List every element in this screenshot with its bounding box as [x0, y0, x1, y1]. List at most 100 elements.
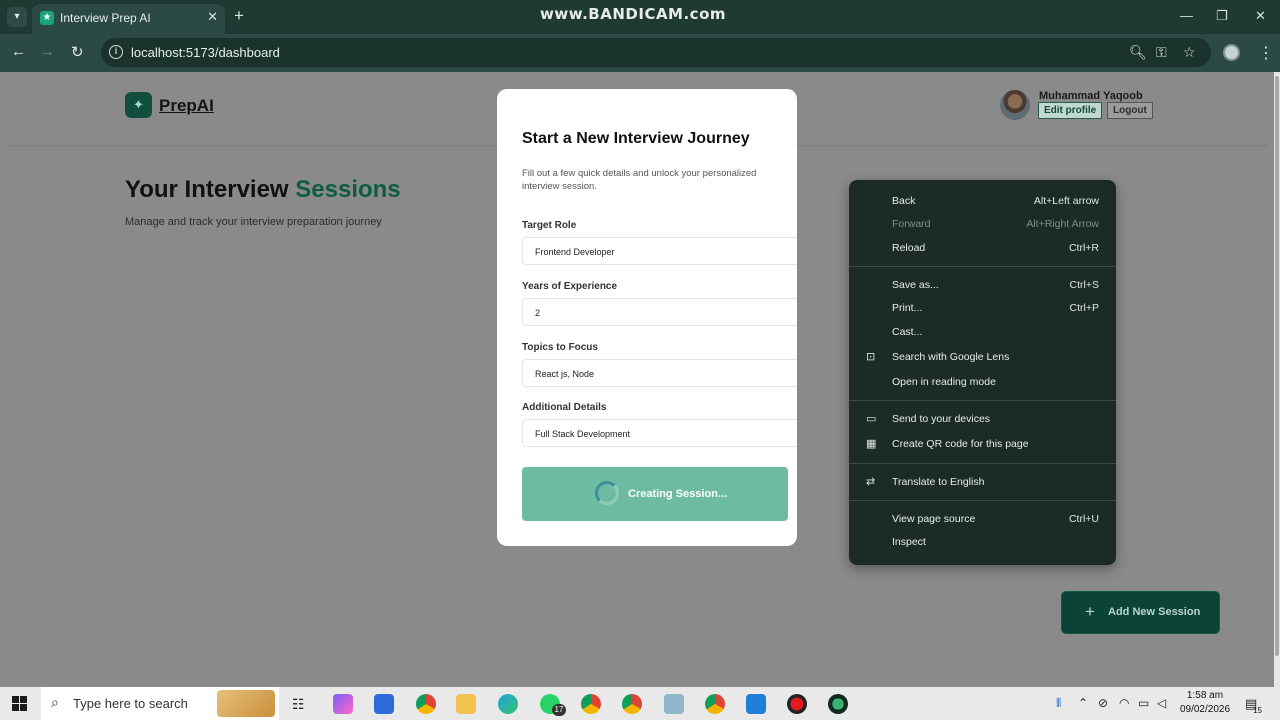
- whatsapp-badge: 17: [552, 704, 566, 716]
- address-bar[interactable]: i localhost:5173/dashboard 🔍︎ ⚿ ☆: [101, 38, 1211, 67]
- vscode-icon[interactable]: [746, 694, 766, 714]
- chrome-active-icon[interactable]: [416, 694, 436, 714]
- show-hidden-icons-icon[interactable]: ⌃: [1078, 696, 1088, 710]
- devices-icon: ▭: [866, 413, 877, 425]
- back-icon[interactable]: ←: [11, 43, 26, 60]
- windows-taskbar: ⌕ Type here to search ☷ ⦀ ⌃ ⊘ ◠ ▭ ◁ 1:58…: [0, 687, 1280, 720]
- menu-item-label: Back: [892, 195, 916, 207]
- chrome-profile-4-icon[interactable]: [705, 694, 725, 714]
- menu-item-qr-code[interactable]: ▦ Create QR code for this page: [849, 434, 1116, 456]
- microsoft-store-icon[interactable]: [374, 694, 394, 714]
- profile-icon[interactable]: [1223, 44, 1240, 61]
- menu-divider: [849, 266, 1116, 267]
- menu-item-cast[interactable]: Cast...: [849, 322, 1116, 344]
- wifi-icon[interactable]: ◠: [1119, 696, 1129, 710]
- file-explorer-icon[interactable]: [456, 694, 476, 714]
- menu-item-label: Forward: [892, 218, 931, 230]
- context-menu: Back Alt+Left arrow Forward Alt+Right Ar…: [849, 180, 1116, 565]
- window-close-icon[interactable]: ✕: [1255, 8, 1266, 24]
- menu-item-forward[interactable]: Forward Alt+Right Arrow: [849, 214, 1116, 236]
- tab-title: Interview Prep AI: [60, 11, 151, 25]
- task-view-icon[interactable]: ☷: [292, 696, 305, 713]
- bookmark-star-icon[interactable]: ☆: [1183, 44, 1196, 61]
- additional-details-input[interactable]: Full Stack Development: [522, 419, 797, 447]
- menu-divider: [849, 463, 1116, 464]
- more-menu-icon[interactable]: ⋮: [1258, 43, 1274, 63]
- qr-code-icon: ▦: [866, 438, 877, 450]
- menu-item-shortcut: Ctrl+R: [1068, 242, 1099, 254]
- menu-item-label: Send to your devices: [892, 413, 991, 425]
- page-title-accent: Sessions: [295, 176, 401, 203]
- mongodb-compass-icon[interactable]: [828, 694, 848, 714]
- network-off-icon[interactable]: ⊘: [1098, 696, 1108, 710]
- page-scrollbar[interactable]: [1274, 72, 1280, 687]
- browser-tab[interactable]: ★ Interview Prep AI ✕: [32, 4, 225, 34]
- menu-item-back[interactable]: Back Alt+Left arrow: [849, 191, 1116, 213]
- reload-icon[interactable]: ↻: [71, 43, 84, 61]
- new-session-modal: Start a New Interview Journey Fill out a…: [497, 89, 797, 546]
- menu-item-google-lens[interactable]: ⊡ Search with Google Lens: [849, 347, 1116, 369]
- menu-item-view-source[interactable]: View page source Ctrl+U: [849, 509, 1116, 531]
- menu-item-shortcut: Ctrl+U: [1068, 513, 1099, 525]
- menu-item-label: Translate to English: [892, 476, 985, 488]
- url-text[interactable]: localhost:5173/dashboard: [131, 45, 280, 60]
- menu-item-inspect[interactable]: Inspect: [849, 532, 1116, 554]
- tab-search-icon[interactable]: ▾: [7, 7, 27, 27]
- battery-icon[interactable]: ▭: [1138, 696, 1149, 710]
- experience-label: Years of Experience: [522, 281, 618, 292]
- new-tab-icon[interactable]: +: [234, 6, 244, 26]
- scrollbar-thumb[interactable]: [1275, 76, 1279, 656]
- zoom-icon[interactable]: 🔍︎: [1129, 44, 1147, 61]
- notification-count: 15: [1253, 706, 1262, 715]
- add-new-session-button[interactable]: + Add New Session: [1061, 591, 1220, 634]
- menu-item-label: Inspect: [892, 536, 926, 548]
- menu-item-send-to-devices[interactable]: ▭ Send to your devices: [849, 409, 1116, 431]
- menu-item-translate[interactable]: ⇄ Translate to English: [849, 472, 1116, 494]
- bandicam-icon[interactable]: [787, 694, 807, 714]
- recording-watermark: www.BANDICAM.com: [540, 5, 727, 23]
- google-lens-icon: ⊡: [866, 351, 876, 363]
- menu-item-save-as[interactable]: Save as... Ctrl+S: [849, 275, 1116, 297]
- chrome-profile-2-icon[interactable]: [581, 694, 601, 714]
- target-role-input[interactable]: Frontend Developer: [522, 237, 797, 265]
- chrome-profile-3-icon[interactable]: [622, 694, 642, 714]
- modal-title: Start a New Interview Journey: [522, 130, 750, 147]
- taskbar-search-box[interactable]: ⌕ Type here to search: [41, 687, 279, 720]
- avatar[interactable]: [1000, 90, 1030, 120]
- browser-toolbar: ← → ↻ i localhost:5173/dashboard 🔍︎ ⚿ ☆: [0, 34, 1280, 72]
- notepad-icon[interactable]: [664, 694, 684, 714]
- close-icon[interactable]: ✕: [207, 9, 218, 25]
- page-title: Your Interview Sessions: [125, 176, 401, 204]
- volume-icon[interactable]: ◁: [1157, 696, 1166, 710]
- translate-icon: ⇄: [866, 476, 876, 488]
- target-role-label: Target Role: [522, 220, 577, 231]
- system-clock[interactable]: 1:58 am 09/02/2026: [1172, 689, 1238, 717]
- app-tray-icon[interactable]: ⦀: [1056, 696, 1061, 711]
- windows-start-icon[interactable]: [12, 696, 27, 711]
- forward-icon[interactable]: →: [40, 43, 55, 60]
- menu-item-shortcut: Alt+Left arrow: [1033, 195, 1099, 207]
- sparkle-logo-icon[interactable]: ✦: [125, 92, 152, 118]
- topics-label: Topics to Focus: [522, 342, 598, 353]
- plus-icon: +: [1085, 602, 1095, 621]
- site-info-icon[interactable]: i: [109, 45, 123, 59]
- menu-item-reload[interactable]: Reload Ctrl+R: [849, 238, 1116, 260]
- edit-profile-button[interactable]: Edit profile: [1038, 102, 1103, 119]
- logout-button[interactable]: Logout: [1107, 102, 1153, 119]
- topics-input[interactable]: React js, Node: [522, 359, 797, 387]
- menu-item-reading-mode[interactable]: Open in reading mode: [849, 372, 1116, 394]
- create-session-button[interactable]: Creating Session...: [522, 467, 788, 521]
- password-key-icon[interactable]: ⚿: [1156, 44, 1167, 61]
- minimize-icon[interactable]: —: [1180, 8, 1193, 23]
- copilot-icon[interactable]: [333, 694, 353, 714]
- create-session-label: Creating Session...: [628, 488, 728, 500]
- menu-item-print[interactable]: Print... Ctrl+P: [849, 298, 1116, 320]
- app-logo-text[interactable]: PrepAI: [159, 96, 214, 116]
- menu-item-label: Search with Google Lens: [892, 351, 1010, 363]
- browser-title-bar: ▾ ★ Interview Prep AI ✕ + www.BANDICAM.c…: [0, 0, 1280, 34]
- menu-item-shortcut: Ctrl+P: [1069, 302, 1099, 314]
- maximize-icon[interactable]: ❐: [1216, 8, 1228, 24]
- edge-icon[interactable]: [498, 694, 518, 714]
- experience-input[interactable]: 2: [522, 298, 797, 326]
- menu-item-label: Print...: [892, 302, 923, 314]
